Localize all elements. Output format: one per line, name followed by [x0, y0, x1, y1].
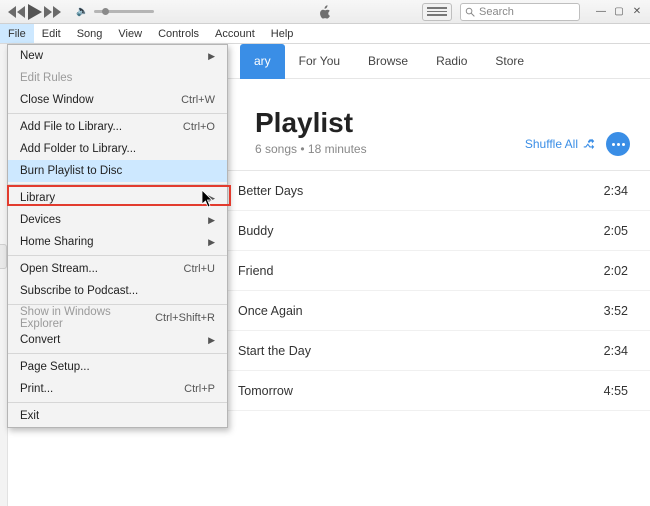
song-row[interactable]: Better Days 2:34 [200, 171, 650, 211]
menu-controls[interactable]: Controls [150, 24, 207, 43]
song-row[interactable]: Buddy 2:05 [200, 211, 650, 251]
song-row[interactable]: Start the Day 2:34 [200, 331, 650, 371]
song-title: Tomorrow [238, 384, 293, 398]
song-duration: 3:52 [604, 304, 628, 318]
song-duration: 2:05 [604, 224, 628, 238]
tab-radio[interactable]: Radio [422, 44, 481, 79]
play-button[interactable] [28, 4, 42, 20]
song-row[interactable]: Once Again 3:52 [200, 291, 650, 331]
song-title: Start the Day [238, 344, 311, 358]
menu-song[interactable]: Song [69, 24, 111, 43]
menu-shortcut: Ctrl+U [184, 263, 215, 275]
menuitem-convert[interactable]: Convert▶ [8, 329, 227, 351]
list-view-button[interactable] [422, 3, 452, 21]
window-close-button[interactable]: ✕ [628, 4, 646, 20]
previous-track-button[interactable] [8, 6, 26, 18]
playlist-title: Playlist [255, 107, 367, 139]
window-minimize-button[interactable]: — [592, 4, 610, 20]
song-duration: 2:34 [604, 344, 628, 358]
cursor-icon [202, 190, 216, 213]
search-icon [465, 7, 475, 17]
shuffle-all-button[interactable]: Shuffle All [525, 137, 596, 151]
menu-account[interactable]: Account [207, 24, 263, 43]
song-title: Better Days [238, 184, 303, 198]
shuffle-icon [582, 137, 596, 151]
menuitem-print[interactable]: Print...Ctrl+P [8, 378, 227, 400]
volume-low-icon: 🔈 [76, 6, 88, 17]
menuitem-add-file-to-library[interactable]: Add File to Library...Ctrl+O [8, 116, 227, 138]
menu-view[interactable]: View [110, 24, 150, 43]
menuitem-edit-rules: Edit Rules [8, 67, 227, 89]
song-title: Buddy [238, 224, 273, 238]
song-duration: 2:02 [604, 264, 628, 278]
volume-slider[interactable] [94, 10, 154, 13]
menu-edit[interactable]: Edit [34, 24, 69, 43]
menuitem-library[interactable]: Library▶ [8, 187, 227, 209]
song-title: Once Again [238, 304, 303, 318]
chevron-right-icon: ▶ [208, 51, 215, 62]
song-title: Friend [238, 264, 273, 278]
menubar: FileEditSongViewControlsAccountHelp [0, 24, 650, 44]
menuitem-new[interactable]: New▶ [8, 45, 227, 67]
file-menu-dropdown: New▶Edit RulesClose WindowCtrl+W Add File… [7, 44, 228, 428]
chevron-right-icon: ▶ [208, 335, 215, 346]
search-placeholder: Search [479, 6, 514, 18]
menu-shortcut: Ctrl+Shift+R [155, 312, 215, 324]
menu-shortcut: Ctrl+P [184, 383, 215, 395]
song-duration: 4:55 [604, 384, 628, 398]
menuitem-close-window[interactable]: Close WindowCtrl+W [8, 89, 227, 111]
tab-library[interactable]: ary [240, 44, 285, 79]
window-maximize-button[interactable]: ▢ [610, 4, 628, 20]
menu-shortcut: Ctrl+O [183, 121, 215, 133]
tab-for-you[interactable]: For You [285, 44, 354, 79]
menuitem-page-setup[interactable]: Page Setup... [8, 356, 227, 378]
search-input[interactable]: Search [460, 3, 580, 21]
menu-help[interactable]: Help [263, 24, 302, 43]
menuitem-exit[interactable]: Exit [8, 405, 227, 427]
song-duration: 2:34 [604, 184, 628, 198]
chevron-right-icon: ▶ [208, 237, 215, 248]
menuitem-devices[interactable]: Devices▶ [8, 209, 227, 231]
tab-store[interactable]: Store [481, 44, 538, 79]
titlebar: 🔈 Search — ▢ ✕ [0, 0, 650, 24]
chevron-right-icon: ▶ [208, 215, 215, 226]
menuitem-open-stream[interactable]: Open Stream...Ctrl+U [8, 258, 227, 280]
song-row[interactable]: Tomorrow 4:55 [200, 371, 650, 411]
song-row[interactable]: Friend 2:02 [200, 251, 650, 291]
menuitem-home-sharing[interactable]: Home Sharing▶ [8, 231, 227, 253]
menuitem-burn-playlist-to-disc[interactable]: Burn Playlist to Disc [8, 160, 227, 182]
sidebar-toggle[interactable] [0, 244, 7, 269]
menuitem-add-folder-to-library[interactable]: Add Folder to Library... [8, 138, 227, 160]
more-options-button[interactable] [606, 132, 630, 156]
menu-shortcut: Ctrl+W [181, 94, 215, 106]
playlist-subtitle: 6 songs • 18 minutes [255, 142, 367, 156]
next-track-button[interactable] [44, 6, 62, 18]
menu-file[interactable]: File [0, 24, 34, 43]
menuitem-show-in-windows-explorer: Show in Windows ExplorerCtrl+Shift+R [8, 307, 227, 329]
tab-browse[interactable]: Browse [354, 44, 422, 79]
menuitem-subscribe-to-podcast[interactable]: Subscribe to Podcast... [8, 280, 227, 302]
